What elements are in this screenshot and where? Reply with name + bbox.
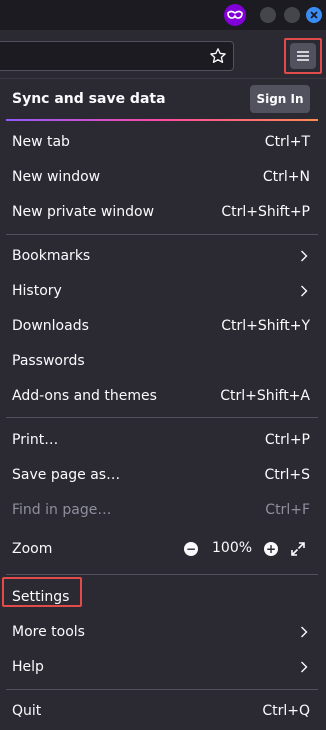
title-bar [0,0,326,30]
menu-item-shortcut: Ctrl+Shift+A [220,388,310,404]
menu-item-label: Save page as… [12,467,121,483]
chevron-right-icon [300,285,308,301]
menu-item-shortcut: Ctrl+P [264,432,310,448]
menu-item-label: New private window [12,204,155,220]
menu-item-bookmarks[interactable]: Bookmarks [0,240,326,272]
zoom-out-button[interactable]: − [184,542,198,556]
chevron-right-icon [300,661,308,677]
menu-item-label: Settings [12,589,70,605]
sign-in-button[interactable]: Sign In [250,85,310,113]
zoom-controls: − 100% + [184,533,314,565]
menu-item-label: Passwords [12,353,85,369]
menu-item-shortcut: Ctrl+Shift+P [221,204,310,220]
menu-item-save-page[interactable]: Save page as… Ctrl+S [0,459,326,491]
minimize-icon[interactable] [260,7,276,23]
menu-item-label: Help [12,659,44,675]
zoom-in-button[interactable]: + [264,542,278,556]
menu-separator [6,689,318,690]
menu-item-label: History [12,283,62,299]
menu-item-label: More tools [12,624,85,640]
menu-item-new-tab[interactable]: New tab Ctrl+T [0,126,326,158]
menu-item-label: Print… [12,432,59,448]
menu-item-help[interactable]: Help [0,651,326,683]
fullscreen-icon[interactable] [290,541,306,561]
menu-item-history[interactable]: History [0,275,326,307]
menu-item-label: Find in page… [12,502,112,518]
menu-item-shortcut: Ctrl+Shift+Y [221,318,310,334]
sync-title: Sync and save data [12,91,166,107]
menu-item-downloads[interactable]: Downloads Ctrl+Shift+Y [0,310,326,342]
hamburger-menu-button[interactable] [284,38,322,74]
menu-item-new-window[interactable]: New window Ctrl+N [0,161,326,193]
menu-item-more-tools[interactable]: More tools [0,616,326,648]
hamburger-menu-icon [290,43,316,69]
menu-item-label: Quit [12,703,42,719]
sync-row: Sync and save data Sign In [0,79,326,119]
menu-separator [6,417,318,418]
menu-item-passwords[interactable]: Passwords [0,345,326,377]
star-icon[interactable] [209,47,227,69]
menu-item-find-in-page: Find in page… Ctrl+F [0,494,326,526]
chevron-right-icon [300,250,308,266]
menu-item-shortcut: Ctrl+N [262,169,310,185]
zoom-value[interactable]: 100% [212,540,252,556]
maximize-icon[interactable] [284,7,300,23]
sync-gradient-line [6,119,318,121]
menu-separator [6,574,318,575]
menu-item-zoom: Zoom − 100% + [0,533,326,565]
menu-item-new-private-window[interactable]: New private window Ctrl+Shift+P [0,196,326,228]
url-bar[interactable] [0,41,234,71]
menu-item-label: New tab [12,134,70,150]
menu-item-print[interactable]: Print… Ctrl+P [0,424,326,456]
menu-item-addons-themes[interactable]: Add-ons and themes Ctrl+Shift+A [0,380,326,412]
menu-item-label: New window [12,169,101,185]
menu-separator [6,234,318,235]
chevron-right-icon [300,626,308,642]
menu-item-quit[interactable]: Quit Ctrl+Q [0,695,326,727]
menu-item-shortcut: Ctrl+S [264,467,310,483]
menu-item-label: Zoom [12,541,53,557]
menu-item-label: Downloads [12,318,89,334]
close-icon[interactable] [306,7,322,23]
menu-item-label: Bookmarks [12,248,91,264]
toolbar [0,30,326,78]
menu-item-shortcut: Ctrl+Q [262,703,310,719]
menu-item-shortcut: Ctrl+F [265,502,310,518]
menu-item-shortcut: Ctrl+T [264,134,310,150]
menu-item-label: Add-ons and themes [12,388,157,404]
private-browsing-icon [224,4,246,26]
menu-item-settings[interactable]: Settings [0,577,326,613]
app-menu-panel: Sync and save data Sign In New tab Ctrl+… [0,78,326,730]
